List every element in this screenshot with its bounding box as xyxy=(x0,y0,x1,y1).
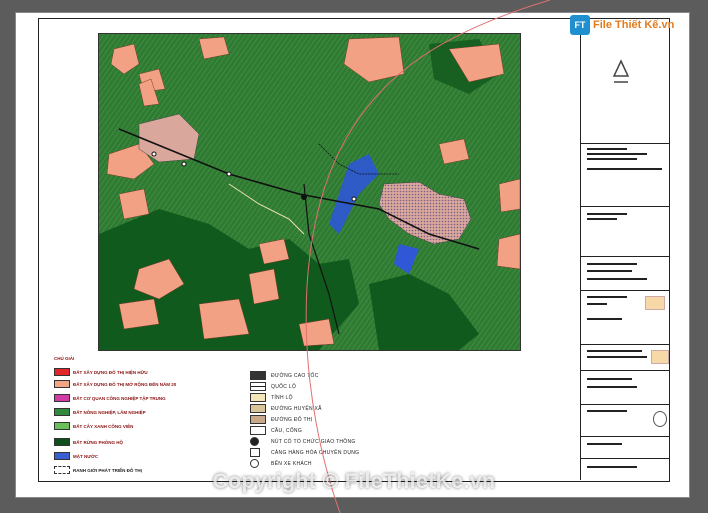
legend-item: MẶT NƯỚC xyxy=(54,452,98,460)
traffic-node-icon xyxy=(181,161,187,167)
logo-mark-icon: FT xyxy=(570,15,590,35)
traffic-node-icon xyxy=(351,196,357,202)
legend-item: ĐẤT CƠ QUAN CÔNG NGHIỆP TẬP TRUNG xyxy=(54,394,166,402)
legend-item: ĐẤT RỪNG PHÒNG HỘ xyxy=(54,438,123,446)
legend-item: CẢNG HÀNG HÓA CHUYÊN DỤNG xyxy=(250,448,359,457)
legend-item: ĐẤT CÂY XANH CÔNG VIÊN xyxy=(54,422,133,430)
legend-item: CẦU, CỐNG xyxy=(250,426,302,435)
legend-item: TỈNH LỘ xyxy=(250,393,293,402)
copyright-watermark: Copyright © FileThietKe.vn xyxy=(212,470,496,493)
company-logo-icon xyxy=(606,58,636,88)
traffic-node-icon xyxy=(226,171,232,177)
legend-item: QUỐC LỘ xyxy=(250,382,296,391)
map-canvas xyxy=(99,34,520,350)
logo-text: File Thiết Kế.vn xyxy=(593,19,675,31)
legend-item: NÚT CÓ TỔ CHỨC GIAO THÔNG xyxy=(250,437,356,446)
legend-title: CHÚ GIẢI xyxy=(54,356,75,361)
legend-item: ĐẤT XÂY DỰNG ĐÔ THỊ MỞ RỘNG ĐẾN NĂM 20 xyxy=(54,380,176,388)
legend-item: ĐẤT XÂY DỰNG ĐÔ THỊ HIỆN HỮU xyxy=(54,368,148,376)
stamp-box xyxy=(651,350,669,364)
title-block xyxy=(580,18,669,480)
seal-icon xyxy=(653,411,667,427)
legend-item: BẾN XE KHÁCH xyxy=(250,459,312,468)
traffic-node-icon xyxy=(301,194,307,200)
land-use-map xyxy=(98,33,521,351)
legend-item: ĐƯỜNG ĐÔ THỊ xyxy=(250,415,313,424)
legend-item: ĐƯỜNG HUYỆN XÃ xyxy=(250,404,322,413)
legend-item: ĐƯỜNG CAO TỐC xyxy=(250,371,319,380)
stamp-box xyxy=(645,296,665,310)
legend-item: ĐẤT NÔNG NGHIỆP, LÂM NGHIỆP xyxy=(54,408,146,416)
site-logo[interactable]: FT File Thiết Kế.vn xyxy=(570,14,680,36)
traffic-node-icon xyxy=(151,151,157,157)
